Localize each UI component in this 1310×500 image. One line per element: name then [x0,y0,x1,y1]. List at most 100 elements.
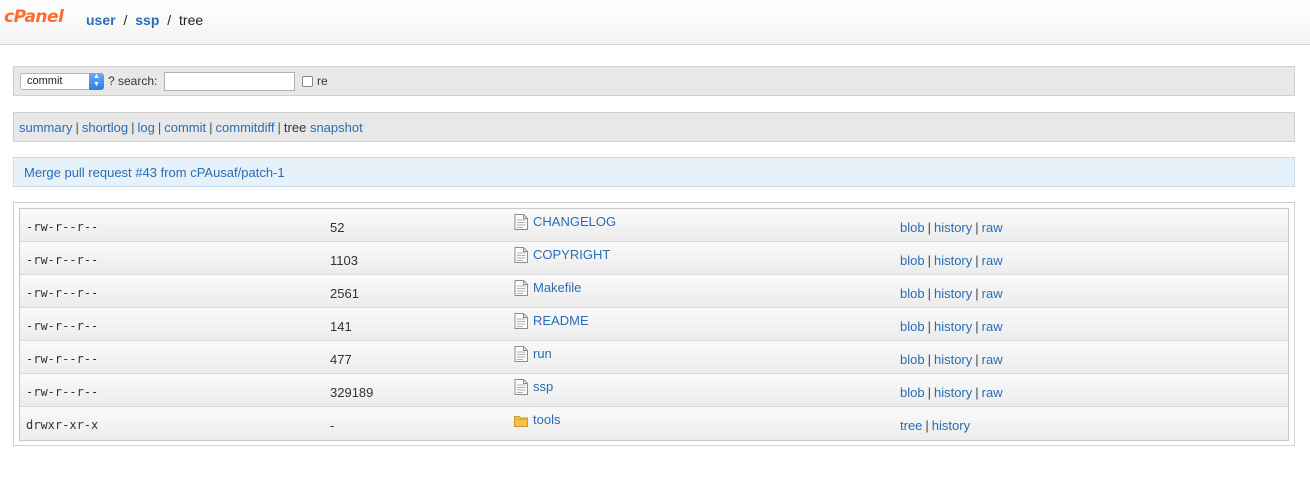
search-type-select[interactable]: commit ▲ ▼ [20,73,104,90]
file-name-link[interactable]: Makefile [533,280,581,295]
document-icon [514,313,528,329]
link-separator: | [927,220,931,235]
link-separator: | [925,418,929,433]
history-link[interactable]: history [934,286,972,301]
commit-title-link[interactable]: Merge pull request #43 from cPAusaf/patc… [24,165,285,180]
tree-link[interactable]: tree [900,418,922,433]
row-actions: blob | history | raw [900,253,1003,268]
history-link[interactable]: history [934,253,972,268]
nav-separator: | [157,120,162,135]
tree-row: drwxr-xr-x - tools tree | history [20,407,1288,440]
header: cPanel user / ssp / tree [0,0,1310,45]
file-mode: -rw-r--r-- [26,286,99,300]
cpanel-logo[interactable]: cPanel [4,7,64,27]
tree-row: -rw-r--r-- 52 CHANGELOG blob | history | raw [20,209,1288,242]
nav-log-link[interactable]: log [137,120,154,135]
file-name-link[interactable]: CHANGELOG [533,214,616,229]
nav-summary-link[interactable]: summary [19,120,72,135]
row-actions: blob | history | raw [900,286,1003,301]
raw-link[interactable]: raw [982,352,1003,367]
raw-link[interactable]: raw [982,286,1003,301]
breadcrumb-repo-link[interactable]: ssp [135,12,159,28]
file-size: 477 [330,352,352,367]
tree-row: -rw-r--r-- 477 run blob | history | raw [20,341,1288,374]
nav-tree-current: tree [283,120,307,135]
nav-separator: | [209,120,213,135]
search-bar: commit ▲ ▼ ? search: re [13,66,1295,96]
document-icon [514,346,528,362]
raw-link[interactable]: raw [982,385,1003,400]
nav-shortlog-link[interactable]: shortlog [82,120,128,135]
file-name-link[interactable]: COPYRIGHT [533,247,610,262]
breadcrumb: user / ssp / tree [86,12,203,28]
link-separator: | [975,385,979,400]
history-link[interactable]: history [934,385,972,400]
nav-separator: | [131,120,135,135]
nav-snapshot-link[interactable]: snapshot [310,120,363,135]
blob-link[interactable]: blob [900,319,925,334]
link-separator: | [975,220,979,235]
breadcrumb-separator: / [167,12,172,28]
file-size: 52 [330,220,345,235]
breadcrumb-user-link[interactable]: user [86,12,116,28]
row-actions: blob | history | raw [900,220,1003,235]
nav-separator: | [277,120,281,135]
row-actions: blob | history | raw [900,319,1003,334]
breadcrumb-current: tree [179,12,204,28]
file-name-link[interactable]: tools [533,412,560,427]
raw-link[interactable]: raw [982,220,1003,235]
link-separator: | [975,253,979,268]
history-link[interactable]: history [934,220,972,235]
file-mode: drwxr-xr-x [26,418,99,432]
link-separator: | [927,385,931,400]
search-input[interactable] [164,72,295,91]
file-name-link[interactable]: README [533,313,589,328]
nav-commit-link[interactable]: commit [164,120,206,135]
link-separator: | [975,286,979,301]
link-separator: | [927,253,931,268]
blob-link[interactable]: blob [900,220,925,235]
tree-table: -rw-r--r-- 52 CHANGELOG blob | history | raw -rw… [19,208,1289,441]
folder-icon [514,412,528,428]
tree-row: -rw-r--r-- 2561 Makefile blob | history | raw [20,275,1288,308]
regex-label: re [317,74,328,88]
nav-separator: | [75,120,79,135]
file-mode: -rw-r--r-- [26,253,99,267]
raw-link[interactable]: raw [982,319,1003,334]
raw-link[interactable]: raw [982,253,1003,268]
link-separator: | [975,319,979,334]
file-mode: -rw-r--r-- [26,352,99,366]
link-separator: | [927,286,931,301]
blob-link[interactable]: blob [900,352,925,367]
history-link[interactable]: history [934,352,972,367]
file-mode: -rw-r--r-- [26,319,99,333]
history-link[interactable]: history [932,418,970,433]
file-size: - [330,418,335,433]
link-separator: | [927,352,931,367]
file-mode: -rw-r--r-- [26,385,99,399]
blob-link[interactable]: blob [900,253,925,268]
search-help-link[interactable]: ? [108,74,115,88]
tree-row: -rw-r--r-- 1103 COPYRIGHT blob | history | raw [20,242,1288,275]
tree-row: -rw-r--r-- 329189 ssp blob | history | raw [20,374,1288,407]
tree-row: -rw-r--r-- 141 README blob | history | raw [20,308,1288,341]
file-name-link[interactable]: run [533,346,552,361]
select-arrows-icon: ▲ ▼ [89,73,104,90]
link-separator: | [975,352,979,367]
blob-link[interactable]: blob [900,286,925,301]
blob-link[interactable]: blob [900,385,925,400]
file-size: 2561 [330,286,359,301]
file-name-link[interactable]: ssp [533,379,553,394]
file-size: 141 [330,319,352,334]
regex-checkbox[interactable] [302,76,313,87]
tree-listing: -rw-r--r-- 52 CHANGELOG blob | history | raw -rw… [13,202,1295,446]
breadcrumb-separator: / [123,12,128,28]
row-actions: tree | history [900,418,970,433]
file-size: 1103 [330,253,358,268]
document-icon [514,214,528,230]
search-type-value: commit [27,75,63,87]
document-icon [514,280,528,296]
row-actions: blob | history | raw [900,385,1003,400]
nav-commitdiff-link[interactable]: commitdiff [216,120,275,135]
history-link[interactable]: history [934,319,972,334]
